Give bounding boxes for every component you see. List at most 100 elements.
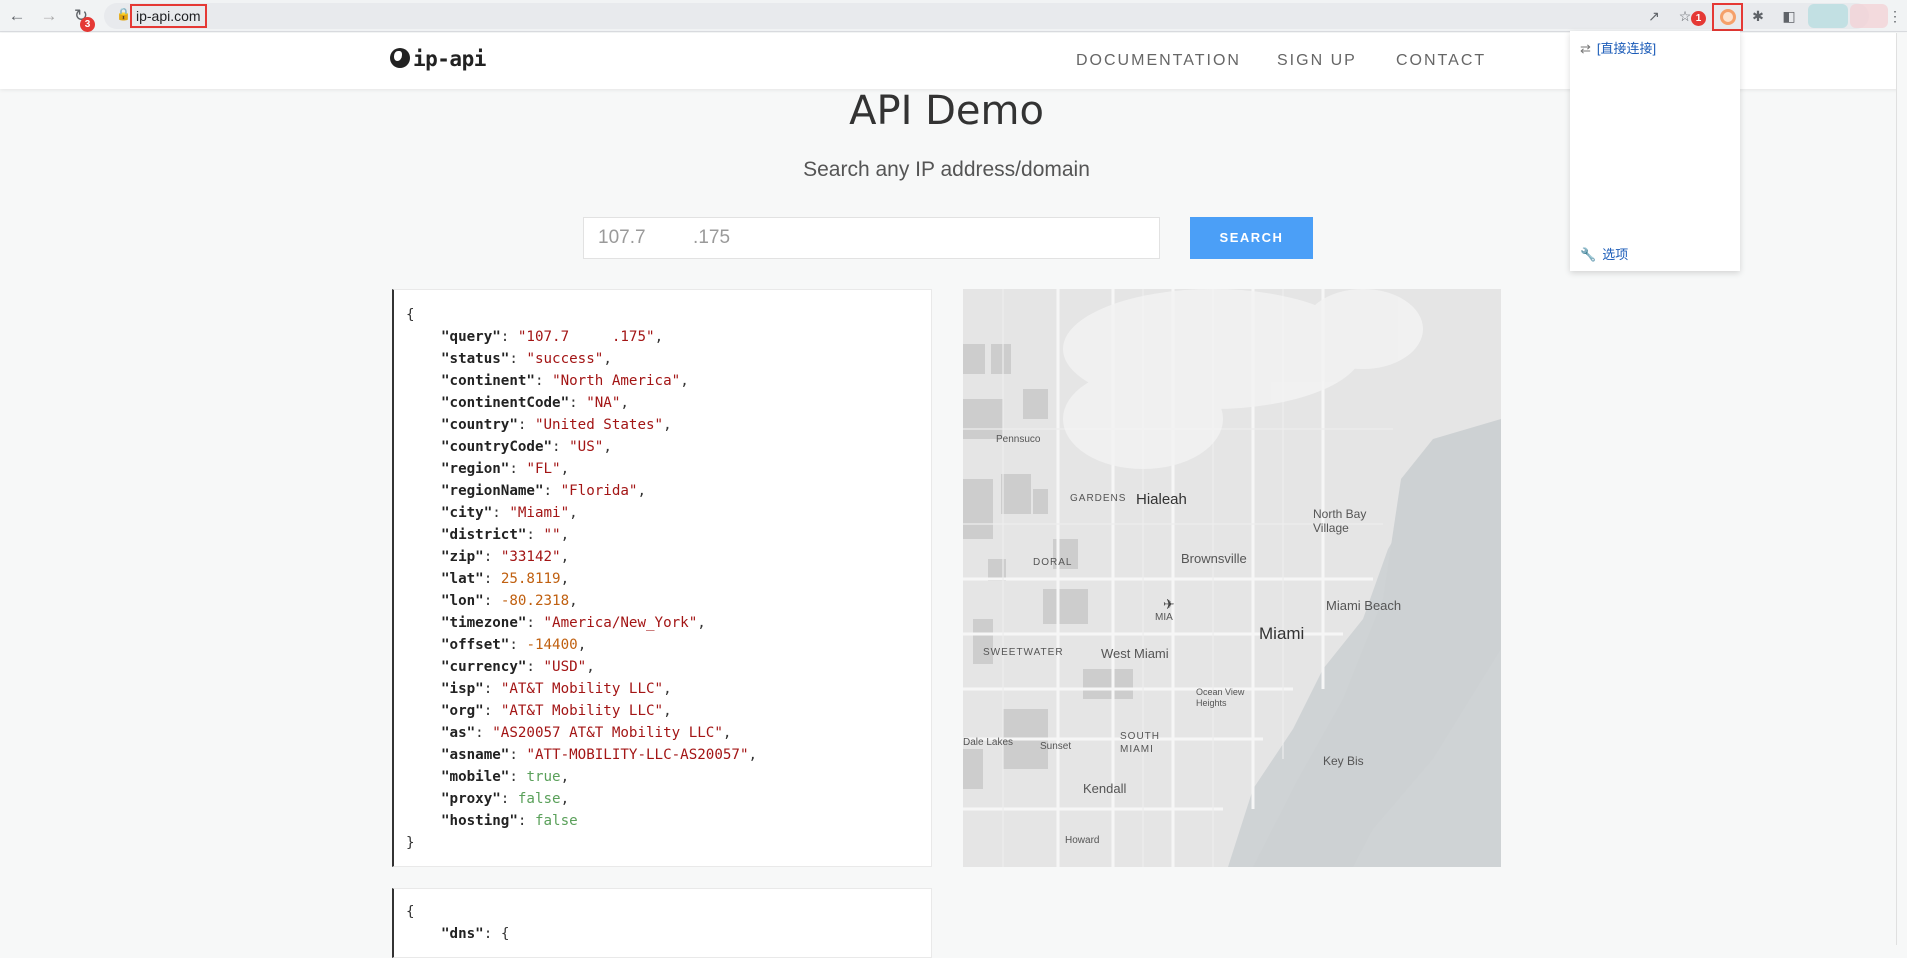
annotation-badge-3: 3 <box>80 17 95 32</box>
json-key: "status" <box>441 351 510 367</box>
json-line: "lat": 25.8119, <box>441 571 570 587</box>
map-label-south-miami: SOUTH MIAMI <box>1120 731 1160 755</box>
forward-icon[interactable]: → <box>38 5 60 27</box>
json-key: "continentCode" <box>441 395 570 411</box>
json-value: "North America" <box>552 373 681 389</box>
json-line: "city": "Miami", <box>441 505 578 521</box>
share-icon[interactable]: ↗ <box>1643 5 1665 27</box>
annotation-badge-1: 1 <box>1691 11 1706 26</box>
json2-open-brace: { <box>406 904 415 920</box>
json-line: "asname": "ATT-MOBILITY-LLC-AS20057", <box>441 747 758 763</box>
proxy-extension-button[interactable] <box>1712 3 1743 31</box>
search-button[interactable]: SEARCH <box>1190 217 1313 259</box>
svg-text:✈: ✈ <box>1163 596 1175 612</box>
popup-options-label: 选项 <box>1602 247 1629 262</box>
json-line: "query": "107.7 .175", <box>441 329 664 345</box>
json-line: "zip": "33142", <box>441 549 570 565</box>
map-label-hialeah: Hialeah <box>1136 491 1187 508</box>
json-value: "AT&T Mobility LLC" <box>500 681 664 697</box>
json-line: "country": "United States", <box>441 417 672 433</box>
json-key: "mobile" <box>441 769 510 785</box>
page-scrollbar[interactable] <box>1896 33 1907 945</box>
json-line: "offset": -14400, <box>441 637 587 653</box>
json-value: false <box>534 813 578 829</box>
json-key: "as" <box>441 725 476 741</box>
json-value: "AT&T Mobility LLC" <box>500 703 664 719</box>
json-value: "107.7 .175" <box>517 329 655 345</box>
back-icon[interactable]: ← <box>6 5 28 27</box>
json-value: "33142" <box>500 549 561 565</box>
map-label-howard: Howard <box>1065 835 1100 846</box>
json-line: "continentCode": "NA", <box>441 395 629 411</box>
json-value: "NA" <box>586 395 621 411</box>
wrench-icon: 🔧 <box>1580 247 1597 262</box>
json-value: "Miami" <box>509 505 570 521</box>
json-key: "district" <box>441 527 527 543</box>
json-key: "timezone" <box>441 615 527 631</box>
json-key: "org" <box>441 703 484 719</box>
browser-toolbar: ← → ↻ 3 🔒 ip-api.com ↗ ☆ 1 ✱ ◧ ⋮ <box>0 0 1907 32</box>
json-key: "hosting" <box>441 813 518 829</box>
nav-sign-up[interactable]: SIGN UP <box>1277 52 1357 70</box>
json-lines: "query": "107.7 .175", "status": "success… <box>406 326 919 832</box>
json-value: "success" <box>526 351 604 367</box>
popup-options[interactable]: 🔧 选项 <box>1580 244 1628 263</box>
globe-icon <box>390 48 410 68</box>
map-label-miami-beach: Miami Beach <box>1326 598 1402 613</box>
json2-dns-val: { <box>500 926 510 942</box>
map-label-ocean-view: Ocean View Heights <box>1196 687 1245 708</box>
profile-avatar[interactable] <box>1808 4 1848 28</box>
json-line: "as": "AS20057 AT&T Mobility LLC", <box>441 725 732 741</box>
site-logo[interactable]: ip-api <box>390 47 486 71</box>
map-svg: ✈ <box>963 289 1501 867</box>
json-close-brace: } <box>406 835 415 851</box>
json-open-brace: { <box>406 307 415 323</box>
nav-contact[interactable]: CONTACT <box>1396 52 1486 70</box>
map-label-doral: DORAL <box>1033 557 1073 568</box>
map-label-miami: Miami <box>1259 624 1305 643</box>
json-line: "region": "FL", <box>441 461 570 477</box>
extensions-puzzle-icon[interactable]: ✱ <box>1747 5 1769 27</box>
json-key: "countryCode" <box>441 439 553 455</box>
json-value: true <box>526 769 561 785</box>
map-label-dale-lakes: Dale Lakes <box>963 737 1014 748</box>
map-label-pennsuco: Pennsuco <box>996 434 1041 445</box>
map-label-gardens: GARDENS <box>1070 493 1127 504</box>
json-line: "status": "success", <box>441 351 612 367</box>
json-line: "regionName": "Florida", <box>441 483 647 499</box>
json-line: "district": "", <box>441 527 570 543</box>
map-label-mia: MIA <box>1155 612 1173 623</box>
ip-search-input[interactable]: 107.7 .175 <box>583 217 1160 259</box>
json-value: 25.8119 <box>500 571 561 587</box>
url-text[interactable]: ip-api.com <box>130 4 207 28</box>
proxy-extension-popup: ⇄ [直接连接] 🔧 选项 <box>1570 31 1740 271</box>
json-line: "timezone": "America/New_York", <box>441 615 706 631</box>
json-value: "America/New_York" <box>543 615 698 631</box>
json-value: "AS20057 AT&T Mobility LLC" <box>492 725 723 741</box>
location-map[interactable]: ✈ Pennsuco GARDENS Hialeah North Bay Vil… <box>963 289 1501 867</box>
nav-documentation[interactable]: DOCUMENTATION <box>1076 52 1241 70</box>
json-value: "ATT-MOBILITY-LLC-AS20057" <box>526 747 749 763</box>
json-line: "isp": "AT&T Mobility LLC", <box>441 681 672 697</box>
json-value: "United States" <box>534 417 664 433</box>
side-panel-icon[interactable]: ◧ <box>1778 5 1800 27</box>
map-label-sunset: Sunset <box>1040 741 1072 752</box>
map-label-west-miami: West Miami <box>1101 646 1169 661</box>
json-result-panel: { "query": "107.7 .175", "status": "succe… <box>392 289 932 867</box>
json-value: "USD" <box>543 659 587 675</box>
json-key: "asname" <box>441 747 510 763</box>
lock-icon: 🔒 <box>116 7 131 21</box>
map-label-brownsville: Brownsville <box>1181 551 1247 566</box>
json-key: "proxy" <box>441 791 501 807</box>
json-line: "mobile": true, <box>441 769 570 785</box>
switch-icon: ⇄ <box>1580 41 1591 56</box>
popup-direct-connection[interactable]: ⇄ [直接连接] <box>1580 38 1656 57</box>
map-label-sweetwater: SWEETWATER <box>983 647 1064 658</box>
json-key: "currency" <box>441 659 527 675</box>
json2-dns-line: "dns": { <box>441 926 510 942</box>
json-dns-panel: { "dns": { <box>392 888 932 958</box>
menu-kebab-icon[interactable]: ⋮ <box>1884 5 1906 27</box>
profile-badge[interactable] <box>1850 4 1888 28</box>
address-bar[interactable]: 🔒 ip-api.com <box>104 3 1869 29</box>
json-value: "" <box>543 527 561 543</box>
